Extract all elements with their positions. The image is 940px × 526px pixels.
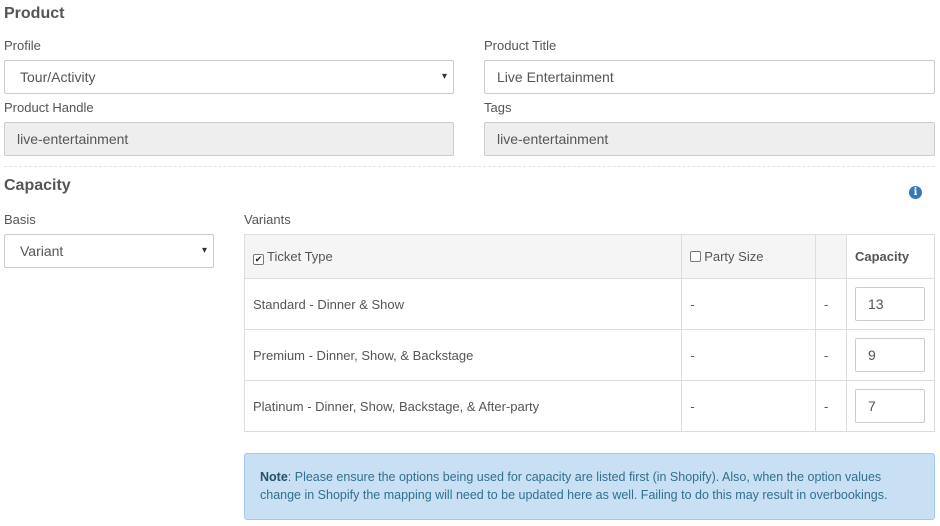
product-section-title: Product — [4, 5, 65, 22]
table-row: Platinum - Dinner, Show, Backstage, & Af… — [243, 380, 936, 432]
product-handle-input: live-entertainment — [4, 122, 454, 156]
capacity-note: Note: Please ensure the options being us… — [244, 453, 935, 520]
note-text: : Please ensure the options being used f… — [260, 470, 888, 502]
ticket-type-cell: Platinum - Dinner, Show, Backstage, & Af… — [243, 380, 683, 432]
ticket-type-checkbox[interactable]: ✔ — [253, 253, 264, 265]
capacity-cell: 7 — [845, 380, 936, 432]
product-handle-label: Product Handle — [4, 100, 94, 115]
capacity-header: Capacity — [845, 234, 936, 279]
table-row: Standard - Dinner & Show - - 13 — [243, 278, 936, 330]
info-circle-icon[interactable]: i — [909, 186, 922, 199]
party-size-checkbox[interactable] — [690, 251, 702, 262]
variants-header-row: ✔ Ticket Type Party Size Capacity — [243, 234, 936, 279]
capacity-cell: 9 — [845, 329, 936, 381]
basis-select[interactable]: Variant ▾ — [4, 234, 214, 268]
profile-select-value: Tour/Activity — [20, 69, 96, 85]
table-row: Premium - Dinner, Show, & Backstage - - … — [243, 329, 936, 381]
tags-label: Tags — [484, 100, 512, 115]
party-size-header-label: Party Size — [704, 249, 764, 264]
extra-cell: - — [815, 278, 847, 330]
party-size-cell: - — [681, 380, 816, 432]
capacity-section-title: Capacity — [4, 177, 71, 194]
capacity-input[interactable]: 7 — [854, 389, 925, 423]
profile-select[interactable]: Tour/Activity ▾ — [4, 60, 454, 94]
party-size-header: Party Size — [681, 234, 816, 279]
extra-cell: - — [815, 329, 847, 381]
ticket-type-header-label: Ticket Type — [267, 248, 333, 264]
extra-cell: - — [815, 380, 847, 432]
tags-input: live-entertainment — [484, 122, 935, 156]
section-divider — [4, 166, 935, 167]
product-title-label: Product Title — [484, 38, 557, 53]
profile-label: Profile — [4, 38, 41, 53]
ticket-type-header: ✔ Ticket Type — [243, 234, 683, 279]
capacity-input[interactable]: 9 — [854, 338, 925, 372]
chevron-down-icon: ▾ — [201, 245, 207, 256]
capacity-input[interactable]: 13 — [854, 287, 925, 321]
basis-select-value: Variant — [20, 243, 64, 259]
party-size-cell: - — [681, 329, 816, 381]
basis-label: Basis — [4, 212, 36, 227]
note-label: Note — [260, 470, 288, 484]
chevron-down-icon: ▾ — [441, 71, 447, 82]
ticket-type-cell: Premium - Dinner, Show, & Backstage — [243, 329, 683, 381]
variants-table: ✔ Ticket Type Party Size Capacity Standar… — [243, 234, 936, 432]
capacity-cell: 13 — [845, 278, 936, 330]
party-size-cell: - — [681, 278, 816, 330]
product-title-input[interactable]: Live Entertainment — [484, 60, 935, 94]
empty-header — [815, 234, 847, 279]
variants-label: Variants — [244, 212, 291, 227]
ticket-type-cell: Standard - Dinner & Show — [243, 278, 683, 330]
